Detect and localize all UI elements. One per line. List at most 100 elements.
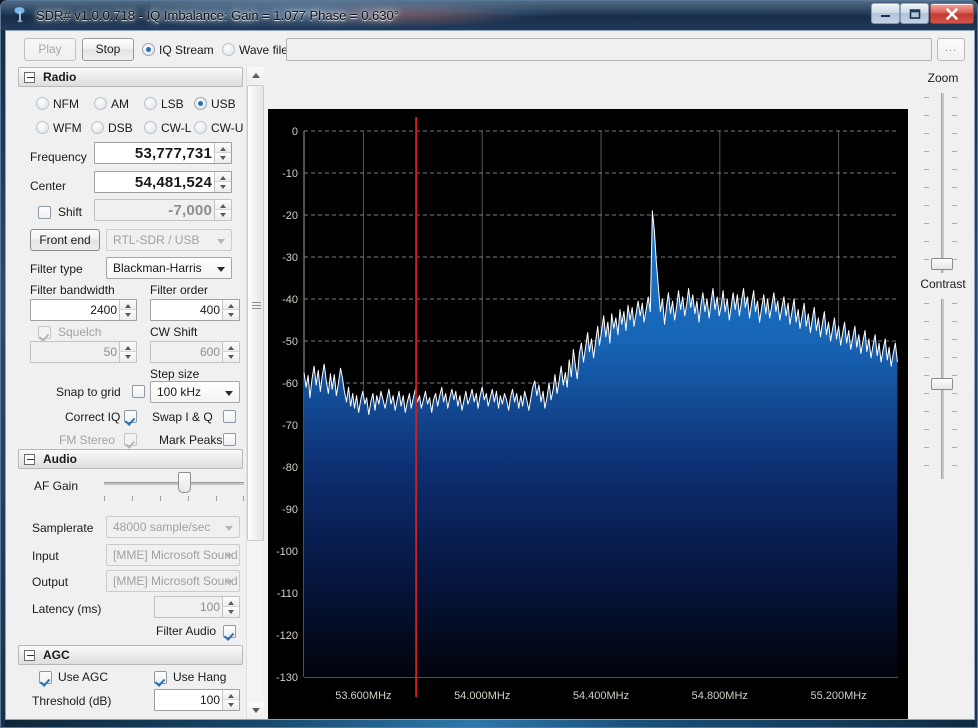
mode-lsb-dot	[144, 97, 157, 110]
radio-iq-stream[interactable]: IQ Stream	[142, 43, 214, 57]
mode-nfm[interactable]: NFM	[36, 97, 79, 111]
af-gain-thumb[interactable]	[178, 472, 191, 493]
mode-cw-u[interactable]: CW-U	[194, 121, 243, 135]
filter-bandwidth-input[interactable]: 2400	[30, 299, 137, 321]
mark-peaks-checkbox[interactable]	[223, 433, 236, 446]
frequency-stepper[interactable]	[214, 143, 231, 163]
svg-text:-20: -20	[282, 210, 298, 222]
use-agc-checkbox[interactable]	[39, 671, 52, 684]
frequency-label: Frequency	[30, 150, 87, 164]
spectrum-analyzer[interactable]: 0 -10 -20 -30 -40 -50 -60 -70 -80 -90 -100 -110 -120…	[268, 109, 908, 719]
af-gain-track[interactable]	[104, 482, 244, 485]
filter-order-value: 400	[199, 303, 220, 317]
agc-group-header[interactable]: AGC	[18, 645, 243, 665]
radio-wave-file[interactable]: Wave file	[222, 43, 288, 57]
frequency-input[interactable]: 53,777,731	[94, 142, 232, 164]
scroll-up-icon[interactable]	[247, 67, 264, 84]
toolbar: Play Stop IQ Stream Wave file ...	[6, 31, 974, 63]
step-size-combo[interactable]: 100 kHz	[150, 381, 240, 403]
collapse-icon[interactable]	[24, 650, 35, 661]
latency-stepper	[222, 597, 239, 617]
title-bar: SDR# v1.0.0.718 - IQ Imbalance: Gain = 1…	[1, 1, 977, 30]
scroll-down-icon[interactable]	[247, 702, 264, 719]
front-end-button[interactable]: Front end	[30, 229, 100, 251]
status-strip	[5, 720, 975, 727]
file-path-input[interactable]	[286, 38, 932, 61]
spectrum-canvas[interactable]: 0 -10 -20 -30 -40 -50 -60 -70 -80 -90 -100 -110 -120…	[268, 109, 908, 719]
threshold-stepper[interactable]	[222, 690, 239, 710]
svg-text:-10: -10	[282, 168, 298, 180]
mode-lsb-label: LSB	[161, 97, 184, 111]
maximize-button[interactable]	[900, 3, 929, 24]
mode-cw-u-label: CW-U	[211, 121, 244, 135]
filter-audio-checkbox[interactable]	[223, 625, 236, 638]
mode-am[interactable]: AM	[94, 97, 129, 111]
audio-group-header[interactable]: Audio	[18, 449, 243, 469]
collapse-icon[interactable]	[24, 454, 35, 465]
svg-text:-90: -90	[282, 504, 298, 516]
radio-iq-stream-label: IQ Stream	[159, 43, 214, 57]
zoom-track[interactable]	[941, 93, 944, 273]
use-hang-label: Use Hang	[173, 670, 227, 684]
control-panel-scrollbar[interactable]	[246, 67, 264, 719]
chevron-down-icon	[217, 267, 225, 272]
stop-button[interactable]: Stop	[82, 38, 134, 61]
shift-stepper	[214, 200, 231, 220]
chevron-down-icon	[225, 554, 233, 559]
input-device-value: [MME] Microsoft Sound	[113, 548, 238, 562]
close-button[interactable]	[930, 3, 974, 24]
shift-input: -7,000	[94, 199, 232, 221]
output-device-value: [MME] Microsoft Sound	[113, 574, 238, 588]
swap-iq-checkbox[interactable]	[223, 410, 236, 423]
mode-cw-l-label: CW-L	[161, 121, 192, 135]
scrollbar-grip-icon	[252, 302, 261, 309]
input-label: Input	[32, 549, 59, 563]
front-end-device-combo: RTL-SDR / USB	[106, 229, 232, 251]
filter-type-combo[interactable]: Blackman-Harris	[106, 257, 232, 279]
threshold-label: Threshold (dB)	[32, 694, 112, 708]
zoom-thumb[interactable]	[931, 257, 953, 270]
mode-nfm-label: NFM	[53, 97, 79, 111]
filter-bandwidth-stepper[interactable]	[119, 300, 136, 320]
output-label: Output	[32, 575, 69, 589]
svg-text:-130: -130	[276, 672, 298, 684]
mode-wfm-dot	[36, 121, 49, 134]
svg-text:-70: -70	[282, 420, 298, 432]
mode-dsb[interactable]: DSB	[91, 121, 133, 135]
svg-text:54.000MHz: 54.000MHz	[454, 690, 510, 702]
radio-group-header[interactable]: Radio	[18, 67, 243, 87]
correct-iq-checkbox[interactable]	[124, 410, 137, 423]
mode-lsb[interactable]: LSB	[144, 97, 184, 111]
mode-usb[interactable]: USB	[194, 97, 236, 111]
mode-nfm-dot	[36, 97, 49, 110]
center-input[interactable]: 54,481,524	[94, 171, 232, 193]
play-button[interactable]: Play	[24, 38, 76, 61]
filter-audio-label: Filter Audio	[156, 624, 217, 638]
mode-dsb-label: DSB	[108, 121, 133, 135]
svg-text:-60: -60	[282, 378, 298, 390]
minimize-button[interactable]	[871, 3, 900, 24]
filter-type-value: Blackman-Harris	[113, 261, 202, 275]
filter-order-stepper[interactable]	[222, 300, 239, 320]
use-hang-checkbox[interactable]	[154, 671, 167, 684]
radio-group-title: Radio	[43, 70, 77, 84]
step-size-value: 100 kHz	[157, 385, 202, 399]
center-value: 54,481,524	[134, 174, 212, 191]
center-stepper[interactable]	[214, 172, 231, 192]
collapse-icon[interactable]	[24, 72, 35, 83]
contrast-thumb[interactable]	[931, 377, 953, 390]
filter-order-input[interactable]: 400	[150, 299, 240, 321]
mode-wfm[interactable]: WFM	[36, 121, 82, 135]
latency-label: Latency (ms)	[32, 602, 102, 616]
chevron-down-icon	[225, 526, 233, 531]
mode-cw-l[interactable]: CW-L	[144, 121, 191, 135]
browse-button[interactable]: ...	[937, 38, 965, 61]
mode-am-dot	[94, 97, 107, 110]
scrollbar-thumb[interactable]	[247, 85, 264, 541]
threshold-input[interactable]: 100	[154, 689, 240, 711]
radio-wave-file-dot	[222, 43, 235, 56]
fm-stereo-checkbox	[124, 433, 137, 446]
cw-shift-label: CW Shift	[150, 325, 198, 339]
shift-checkbox[interactable]	[38, 206, 51, 219]
snap-to-grid-checkbox[interactable]	[132, 385, 145, 398]
